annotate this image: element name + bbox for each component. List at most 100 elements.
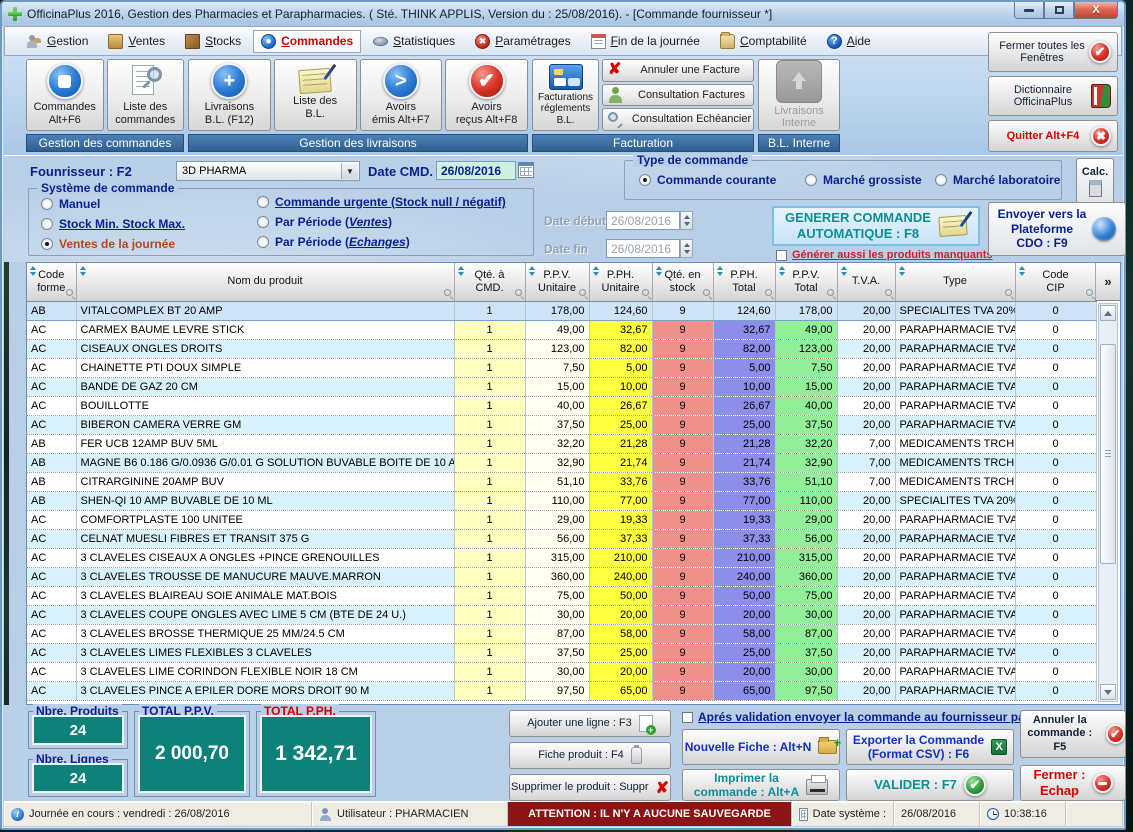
cell-tva[interactable]: 20,00 — [837, 415, 895, 434]
cell-type[interactable]: SPECIALITES TVA 20% — [895, 491, 1015, 510]
cell-pph-total[interactable]: 25,00 — [713, 415, 775, 434]
column-header-pph-unitaire[interactable]: P.PH. Unitaire — [589, 263, 652, 301]
cell-qte-a-cmd[interactable]: 1 — [454, 548, 525, 567]
cell-nom-du-produit[interactable]: SHEN-QI 10 AMP BUVABLE DE 10 ML — [76, 491, 454, 510]
cell-qte-en-stock[interactable]: 9 — [652, 434, 713, 453]
cell-type[interactable]: PARAPHARMACIE TVA — [895, 643, 1015, 662]
cell-code-forme[interactable]: AB — [27, 434, 76, 453]
cell-code-forme[interactable]: AB — [27, 472, 76, 491]
cell-qte-en-stock[interactable]: 9 — [652, 586, 713, 605]
cell-code-cip[interactable]: 0 — [1015, 567, 1096, 586]
cell-type[interactable]: PARAPHARMACIE TVA — [895, 548, 1015, 567]
consultation-echeancier-button[interactable]: Consultation Echéancier — [602, 108, 754, 131]
cell-code-forme[interactable]: AC — [27, 358, 76, 377]
cell-code-forme[interactable]: AC — [27, 377, 76, 396]
cell-ppv-unitaire[interactable]: 51,10 — [525, 472, 589, 491]
table-row[interactable]: AC3 CLAVELES TROUSSE DE MANUCURE MAUVE.M… — [27, 567, 1096, 586]
cell-pph-total[interactable]: 20,00 — [713, 662, 775, 681]
cell-pph-unitaire[interactable]: 25,00 — [589, 643, 652, 662]
cell-pph-unitaire[interactable]: 50,00 — [589, 586, 652, 605]
cell-ppv-total[interactable]: 97,50 — [775, 681, 837, 700]
cell-tva[interactable]: 20,00 — [837, 510, 895, 529]
cell-tva[interactable]: 20,00 — [837, 605, 895, 624]
cell-ppv-unitaire[interactable]: 49,00 — [525, 320, 589, 339]
menu-aide[interactable]: ?Aide — [819, 30, 879, 53]
cell-ppv-total[interactable]: 30,00 — [775, 662, 837, 681]
menu-stocks[interactable]: Stocks — [177, 30, 249, 53]
cell-qte-en-stock[interactable]: 9 — [652, 358, 713, 377]
cell-nom-du-produit[interactable]: MAGNE B6 0.186 G/0.0936 G/0.01 G SOLUTIO… — [76, 453, 454, 472]
cell-code-forme[interactable]: AB — [27, 301, 76, 320]
cell-nom-du-produit[interactable]: 3 CLAVELES LIME CORINDON FLEXIBLE NOIR 1… — [76, 662, 454, 681]
cell-pph-unitaire[interactable]: 82,00 — [589, 339, 652, 358]
menu-gestion[interactable]: Gestion — [19, 30, 96, 53]
cell-qte-en-stock[interactable]: 9 — [652, 320, 713, 339]
cell-qte-a-cmd[interactable]: 1 — [454, 643, 525, 662]
title-bar[interactable]: OfficinaPlus 2016, Gestion des Pharmacie… — [2, 2, 1124, 26]
cell-pph-total[interactable]: 19,33 — [713, 510, 775, 529]
livraisons-bl-button[interactable]: +Livraisons B.L. (F12) — [188, 59, 271, 131]
radio-commande-courante[interactable]: Commande courante — [639, 173, 776, 187]
cell-code-cip[interactable]: 0 — [1015, 510, 1096, 529]
cell-type[interactable]: MEDICAMENTS TRCHE — [895, 453, 1015, 472]
radio-periode-echanges[interactable]: Par Période (Echanges) — [257, 235, 410, 249]
cell-nom-du-produit[interactable]: CISEAUX ONGLES DROITS — [76, 339, 454, 358]
generer-commande-button[interactable]: GENERER COMMANDE AUTOMATIQUE : F8 — [772, 206, 980, 246]
cell-type[interactable]: MEDICAMENTS TRCHE — [895, 472, 1015, 491]
cell-tva[interactable]: 7,00 — [837, 472, 895, 491]
cell-ppv-unitaire[interactable]: 360,00 — [525, 567, 589, 586]
cell-code-forme[interactable]: AC — [27, 548, 76, 567]
liste-bl-button[interactable]: Liste des B.L. — [274, 59, 357, 131]
cell-code-forme[interactable]: AC — [27, 605, 76, 624]
cell-qte-en-stock[interactable]: 9 — [652, 472, 713, 491]
table-row[interactable]: ABMAGNE B6 0.186 G/0.0936 G/0.01 G SOLUT… — [27, 453, 1096, 472]
cell-ppv-total[interactable]: 51,10 — [775, 472, 837, 491]
cell-pph-unitaire[interactable]: 21,74 — [589, 453, 652, 472]
cell-ppv-total[interactable]: 87,00 — [775, 624, 837, 643]
cell-nom-du-produit[interactable]: 3 CLAVELES BLAIREAU SOIE ANIMALE MAT.BOI… — [76, 586, 454, 605]
valider-button[interactable]: VALIDER : F7✔ — [846, 769, 1014, 801]
cell-pph-total[interactable]: 26,67 — [713, 396, 775, 415]
cell-ppv-unitaire[interactable]: 87,00 — [525, 624, 589, 643]
cell-pph-total[interactable]: 65,00 — [713, 681, 775, 700]
avoirs-recus-button[interactable]: ✔Avoirs reçus Alt+F8 — [445, 59, 528, 131]
cell-code-forme[interactable]: AB — [27, 453, 76, 472]
table-row[interactable]: AC3 CLAVELES COUPE ONGLES AVEC LIME 5 CM… — [27, 605, 1096, 624]
cell-pph-total[interactable]: 10,00 — [713, 377, 775, 396]
cell-nom-du-produit[interactable]: CITRARGININE 20AMP BUV — [76, 472, 454, 491]
cell-ppv-total[interactable]: 40,00 — [775, 396, 837, 415]
cell-code-cip[interactable]: 0 — [1015, 396, 1096, 415]
cell-qte-a-cmd[interactable]: 1 — [454, 415, 525, 434]
cell-qte-en-stock[interactable]: 9 — [652, 548, 713, 567]
cell-ppv-unitaire[interactable]: 7,50 — [525, 358, 589, 377]
cell-code-forme[interactable]: AC — [27, 567, 76, 586]
cell-pph-unitaire[interactable]: 33,76 — [589, 472, 652, 491]
cell-code-forme[interactable]: AC — [27, 320, 76, 339]
cell-nom-du-produit[interactable]: 3 CLAVELES TROUSSE DE MANUCURE MAUVE.MAR… — [76, 567, 454, 586]
cell-pph-unitaire[interactable]: 37,33 — [589, 529, 652, 548]
cell-type[interactable]: PARAPHARMACIE TVA — [895, 396, 1015, 415]
cell-code-cip[interactable]: 0 — [1015, 681, 1096, 700]
table-row[interactable]: ABCITRARGININE 20AMP BUV151,1033,76933,7… — [27, 472, 1096, 491]
cell-code-cip[interactable]: 0 — [1015, 377, 1096, 396]
cell-qte-a-cmd[interactable]: 1 — [454, 681, 525, 700]
cell-qte-en-stock[interactable]: 9 — [652, 681, 713, 700]
cell-qte-en-stock[interactable]: 9 — [652, 662, 713, 681]
cell-code-cip[interactable]: 0 — [1015, 605, 1096, 624]
cell-code-forme[interactable]: AC — [27, 586, 76, 605]
cell-type[interactable]: PARAPHARMACIE TVA — [895, 681, 1015, 700]
cell-nom-du-produit[interactable]: BIBERON CAMERA VERRE GM — [76, 415, 454, 434]
cell-pph-unitaire[interactable]: 21,28 — [589, 434, 652, 453]
cell-qte-a-cmd[interactable]: 1 — [454, 320, 525, 339]
table-row[interactable]: ACCOMFORTPLASTE 100 UNITEE129,0019,33919… — [27, 510, 1096, 529]
commandes-button[interactable]: Commandes Alt+F6 — [26, 59, 104, 131]
cell-ppv-total[interactable]: 56,00 — [775, 529, 837, 548]
minimize-button[interactable] — [1014, 2, 1044, 19]
cell-tva[interactable]: 20,00 — [837, 320, 895, 339]
calc-button[interactable]: Calc. — [1076, 158, 1114, 204]
cell-ppv-total[interactable]: 37,50 — [775, 643, 837, 662]
cell-code-forme[interactable]: AC — [27, 510, 76, 529]
calendar-picker-icon[interactable] — [518, 162, 534, 178]
fermer-echap-button[interactable]: Fermer : Echap — [1020, 765, 1126, 801]
cell-pph-unitaire[interactable]: 26,67 — [589, 396, 652, 415]
